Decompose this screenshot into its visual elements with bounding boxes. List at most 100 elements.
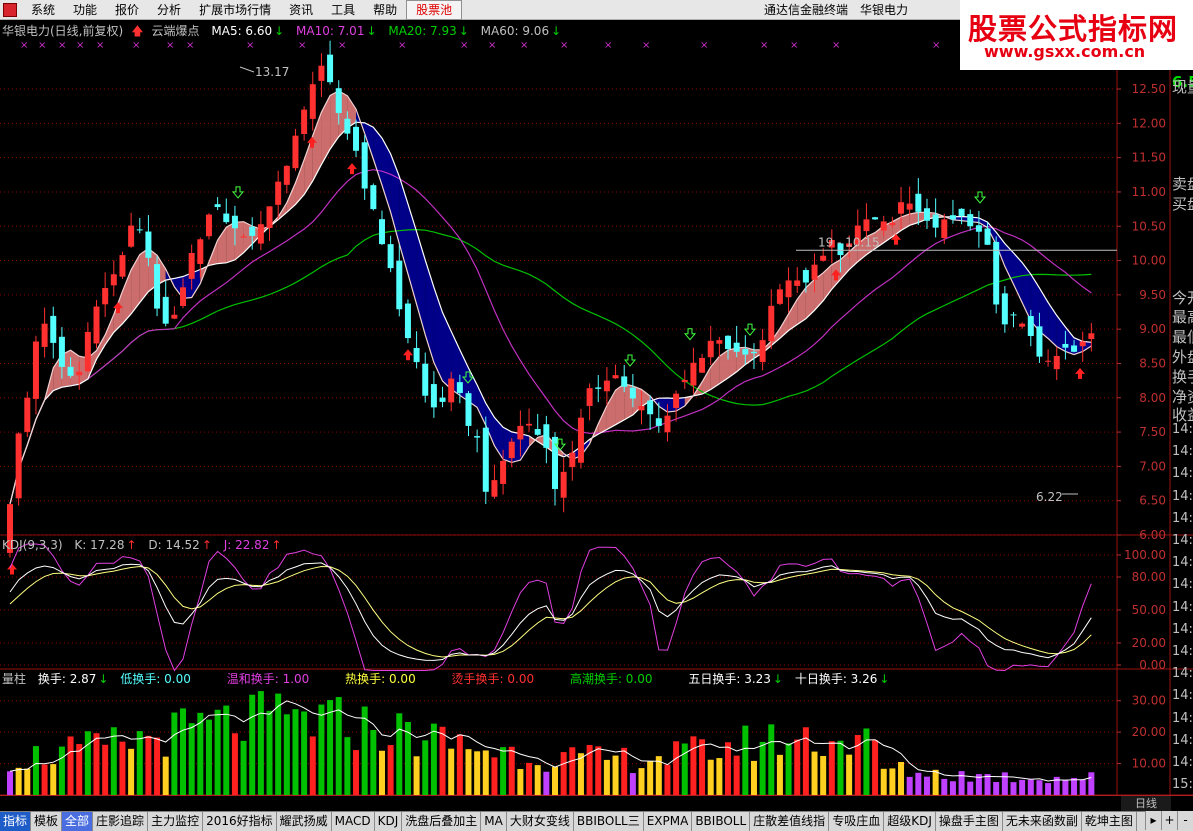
menu-analysis[interactable]: 分析 (148, 0, 190, 20)
volume-bar (949, 781, 956, 795)
candle-body (110, 274, 117, 286)
side-panel-label: 卖盘 (1172, 175, 1193, 193)
menu-system[interactable]: 系统 (22, 0, 64, 20)
volume-bar (231, 733, 238, 795)
tab-2[interactable]: 全部 (62, 812, 94, 831)
tab-6[interactable]: 耀武扬威 (277, 812, 332, 831)
candle-body (603, 380, 610, 392)
price-tick-label: 6.50 (1139, 494, 1166, 508)
tab-12[interactable]: BBIBOLL三 (574, 812, 644, 831)
tab-15[interactable]: 庄散差值线指 (750, 812, 830, 831)
tab-11[interactable]: 大财女变线 (507, 812, 574, 831)
volume-bar (223, 705, 230, 795)
tab-8[interactable]: KDJ (375, 812, 403, 831)
tab-17[interactable]: 超级KDJ (884, 812, 936, 831)
tab-19[interactable]: 无未来函数副 (1003, 812, 1082, 831)
menu-news[interactable]: 资讯 (280, 0, 322, 20)
tab-16[interactable]: 专吸庄血 (829, 812, 885, 831)
add-tab-icon[interactable]: + (1161, 811, 1177, 830)
volume-bar (733, 755, 740, 795)
tab-scroll-icon[interactable]: ▸ (1145, 811, 1161, 830)
volume-bar (110, 727, 117, 795)
volume-bar (811, 751, 818, 795)
high-label: 13.17 (255, 65, 289, 79)
volume-bar (880, 768, 887, 795)
candle-body (128, 225, 135, 247)
remove-tab-icon[interactable]: - (1177, 811, 1193, 830)
candle-body (759, 340, 766, 363)
volume-bar (353, 750, 360, 795)
menu-tools[interactable]: 工具 (322, 0, 364, 20)
price-tick-label: 7.50 (1139, 425, 1166, 439)
marker-x-icon: × (298, 40, 306, 51)
menu-stock-pool[interactable]: 股票池 (406, 0, 463, 20)
volume-bar (629, 773, 636, 795)
candle-body (699, 357, 706, 373)
candle-body (378, 219, 385, 245)
candle-body (309, 84, 316, 119)
side-panel-time: 14: (1172, 644, 1193, 659)
ma5-down-arrow-icon: ↓ (274, 24, 285, 38)
marker-x-icon: × (760, 40, 768, 51)
tab-18[interactable]: 操盘手主图 (936, 812, 1003, 831)
tab-4[interactable]: 主力监控 (148, 812, 204, 831)
volume-bar (526, 762, 533, 795)
volume-bar (1010, 782, 1017, 795)
chart-area[interactable]: 12.50 12.00 11.50 11.00 10.50 10.00 9.50 9.00 8.… (0, 21, 1193, 796)
candle-body (240, 236, 247, 238)
menu-help[interactable]: 帮助 (364, 0, 406, 20)
side-panel-time: 14: (1172, 621, 1193, 637)
side-panel-time: 14: (1172, 422, 1193, 437)
side-panel-label: 买盘 (1172, 195, 1193, 213)
volume-bar (171, 712, 178, 795)
candle-body (404, 303, 411, 339)
candle-body (257, 224, 264, 244)
candle-body (664, 415, 671, 433)
tab-20[interactable]: 乾坤主图 (1082, 812, 1137, 831)
candle-body (647, 400, 654, 415)
volume-bar (154, 737, 161, 795)
side-panel-time: 14: (1172, 444, 1193, 460)
app-logo (3, 3, 17, 17)
price-tick-label: 8.50 (1139, 356, 1166, 370)
tab-3[interactable]: 庄影追踪 (93, 812, 149, 831)
price-tick-label: 12.00 (1132, 116, 1166, 130)
candle-body (872, 217, 879, 220)
tab-9[interactable]: 洗盘后叠加主 (402, 812, 482, 831)
tab-1[interactable]: 模板 (31, 812, 63, 831)
tab-0[interactable]: 指标 (0, 812, 32, 831)
volume-bar (759, 741, 766, 795)
menu-extended-market[interactable]: 扩展市场行情 (190, 0, 280, 20)
tab-7[interactable]: MACD (332, 812, 375, 831)
tab-5[interactable]: 2016好指标 (203, 812, 277, 831)
volume-bar (24, 768, 31, 795)
volume-bar (742, 725, 749, 795)
candle-body (335, 88, 342, 114)
vol-turnover: 换手: 2.87 (37, 672, 97, 686)
menu-quote[interactable]: 报价 (106, 0, 148, 20)
candle-body (58, 336, 65, 367)
candle-body (621, 376, 628, 387)
menu-function[interactable]: 功能 (64, 0, 106, 20)
volume-bar (474, 751, 481, 795)
marker-x-icon: × (246, 40, 254, 51)
kdj-tick-label: 0.00 (1139, 658, 1166, 672)
volume-tick-label: 30.00 (1132, 694, 1166, 708)
volume-bar (595, 746, 602, 795)
guide-label: 19 - 10.15 (818, 235, 880, 249)
tab-14[interactable]: BBIBOLL (692, 812, 751, 831)
candle-body (655, 418, 662, 426)
period-button[interactable]: 日线 (1121, 796, 1171, 811)
volume-bar (932, 769, 939, 795)
candle-body (889, 222, 896, 225)
volume-bar (941, 778, 948, 795)
kdj-tick-label: 50.00 (1132, 603, 1166, 617)
candle-body (586, 388, 593, 406)
tab-13[interactable]: EXPMA (644, 812, 693, 831)
candle-body (526, 423, 533, 426)
watermark: 股票公式指标网 www.gsxx.com.cn (960, 0, 1193, 70)
volume-bar (785, 743, 792, 795)
candle-body (932, 214, 939, 228)
tab-10[interactable]: MA (481, 812, 507, 831)
ma20-down-arrow-icon: ↓ (458, 24, 469, 38)
